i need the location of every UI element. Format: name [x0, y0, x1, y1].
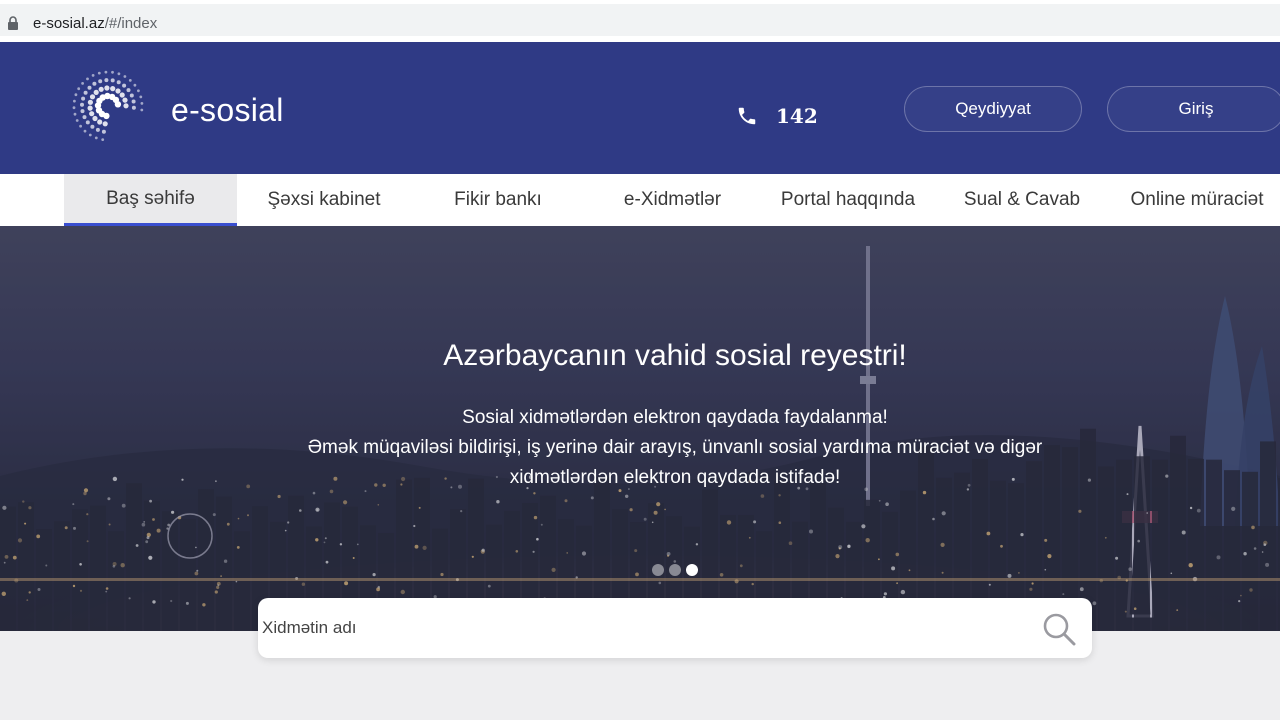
nav-item-personal-cabinet[interactable]: Şəxsi kabinet	[248, 174, 400, 226]
hero-title: Azərbaycanın vahid sosial reyestri!	[443, 339, 907, 372]
nav-item-e-services[interactable]: e-Xidmətlər	[600, 174, 745, 226]
lock-icon[interactable]	[7, 16, 19, 30]
carousel-dot[interactable]	[652, 564, 664, 576]
hero-subtitle-line-1: Sosial xidmətlərdən elektron qaydada fay…	[462, 407, 888, 428]
service-search-box	[258, 598, 1092, 658]
phone-contact[interactable]: 142	[736, 104, 818, 128]
browser-address-bar: e-sosial.az/#/index	[0, 0, 1280, 42]
url-host: e-sosial.az	[33, 15, 105, 32]
nav-item-about-portal[interactable]: Portal haqqında	[768, 174, 928, 226]
nav-item-idea-bank[interactable]: Fikir bankı	[430, 174, 566, 226]
main-nav: Baş səhifə Şəxsi kabinet Fikir bankı e-X…	[0, 174, 1280, 226]
e-sosial-logo[interactable]	[64, 68, 148, 148]
nav-item-online-request[interactable]: Online müraciət	[1114, 174, 1280, 226]
carousel-dot[interactable]	[686, 564, 698, 576]
nav-item-home[interactable]: Baş səhifə	[64, 174, 237, 226]
phone-number: 142	[776, 104, 818, 128]
phone-icon	[738, 107, 756, 125]
login-button[interactable]: Giriş	[1107, 86, 1280, 132]
search-icon[interactable]	[1040, 610, 1078, 648]
search-input[interactable]	[262, 610, 1022, 646]
url-text[interactable]: e-sosial.az/#/index	[33, 15, 157, 32]
hero-subtitle-line-3: xidmətlərdən elektron qaydada istifadə!	[509, 467, 841, 488]
carousel-dot[interactable]	[669, 564, 681, 576]
brand-name[interactable]: e-sosial	[171, 92, 284, 129]
site-header: e-sosial 142 Qeydiyyat Giriş	[0, 42, 1280, 174]
carousel-dots	[652, 564, 698, 576]
url-field[interactable]: e-sosial.az/#/index	[0, 4, 1280, 36]
register-button[interactable]: Qeydiyyat	[904, 86, 1082, 132]
hero-banner: Azərbaycanın vahid sosial reyestri! Sosi…	[0, 226, 1280, 631]
hero-subtitle-line-2: Əmək müqaviləsi bildirişi, iş yerinə dai…	[307, 437, 1043, 458]
nav-item-faq[interactable]: Sual & Cavab	[952, 174, 1092, 226]
url-path: /#/index	[104, 15, 158, 32]
